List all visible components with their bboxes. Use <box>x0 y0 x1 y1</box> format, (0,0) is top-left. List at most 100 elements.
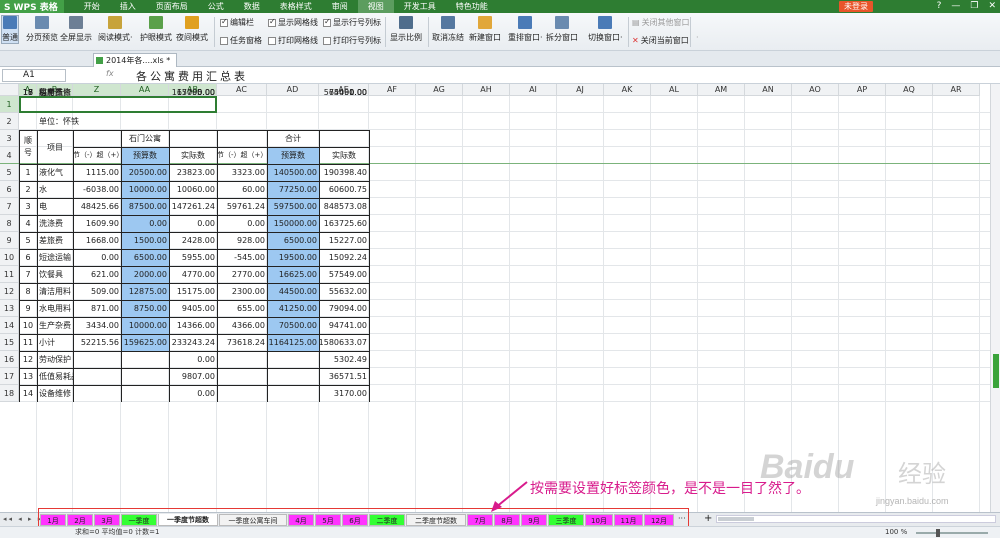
table-cell[interactable]: 3 <box>19 198 37 215</box>
table-cell[interactable]: 节（-）超（+） <box>73 147 121 164</box>
table-cell[interactable]: 预算数 <box>121 147 169 164</box>
menu-item[interactable]: 公式 <box>198 0 234 13</box>
table-cell[interactable]: 147261.24 <box>169 198 217 215</box>
table-cell[interactable]: 12 <box>19 351 37 368</box>
column-header[interactable]: AG <box>416 84 463 96</box>
table-cell[interactable]: 621.00 <box>73 266 121 283</box>
table-cell[interactable] <box>217 385 267 402</box>
zoom-slider[interactable] <box>916 529 988 537</box>
table-cell[interactable] <box>217 368 267 385</box>
table-cell[interactable]: 合计 <box>217 130 369 147</box>
table-cell[interactable]: 0.00 <box>169 385 217 402</box>
window-control-icon[interactable]: ❐ <box>970 0 978 13</box>
table-cell[interactable] <box>217 84 267 101</box>
table-cell[interactable] <box>73 385 121 402</box>
table-cell[interactable]: 1668.00 <box>73 232 121 249</box>
table-cell[interactable]: 3323.00 <box>217 164 267 181</box>
table-cell[interactable]: 163725.60 <box>319 215 369 232</box>
table-cell[interactable]: 871.00 <box>73 300 121 317</box>
table-cell[interactable]: 70500.00 <box>267 317 319 334</box>
table-cell[interactable] <box>121 351 169 368</box>
table-cell[interactable]: 5302.49 <box>319 351 369 368</box>
ribbon-button[interactable]: 护眼模式 <box>140 16 172 43</box>
sheet-tab[interactable]: 一季度 <box>121 514 157 526</box>
table-cell[interactable]: 1580633.07 <box>319 334 369 351</box>
table-cell[interactable]: 150000.00 <box>267 215 319 232</box>
ribbon-button[interactable]: 取消冻结 <box>432 16 464 43</box>
sheet-tab[interactable]: 11月 <box>614 514 643 526</box>
table-cell[interactable]: 2300.00 <box>217 283 267 300</box>
column-header[interactable]: AJ <box>557 84 604 96</box>
ribbon-checkbox[interactable]: 编辑栏 <box>220 17 254 28</box>
fx-icon[interactable]: fx <box>106 69 114 78</box>
column-header[interactable]: AI <box>510 84 557 96</box>
table-cell[interactable]: 石门公寓 <box>73 130 217 147</box>
table-cell[interactable]: -6038.00 <box>73 181 121 198</box>
table-cell[interactable]: 597500.00 <box>267 198 319 215</box>
menu-item[interactable]: 数据 <box>234 0 270 13</box>
table-cell[interactable]: 655.00 <box>217 300 267 317</box>
sheet-tab[interactable]: 4月 <box>288 514 314 526</box>
table-cell[interactable]: 1609.90 <box>73 215 121 232</box>
table-cell[interactable]: 12875.00 <box>121 283 169 300</box>
table-cell[interactable]: 15227.00 <box>319 232 369 249</box>
table-cell[interactable]: 清洁用料 <box>37 283 73 300</box>
table-cell[interactable]: 饮餐具 <box>37 266 73 283</box>
table-cell[interactable]: 小计 <box>37 334 73 351</box>
row-header[interactable]: 13 <box>0 300 19 317</box>
table-cell[interactable]: 14366.00 <box>169 317 217 334</box>
table-cell[interactable]: 36571.51 <box>319 368 369 385</box>
table-cell[interactable]: 6500.00 <box>267 232 319 249</box>
table-cell[interactable]: 10000.00 <box>121 317 169 334</box>
ribbon-button[interactable]: 显示比例 <box>390 16 422 43</box>
name-box[interactable]: A1 <box>2 69 66 82</box>
table-cell[interactable]: 928.00 <box>217 232 267 249</box>
sheet-tab[interactable]: 10月 <box>585 514 613 526</box>
column-header[interactable]: AR <box>933 84 980 96</box>
table-cell[interactable]: 3170.00 <box>319 385 369 402</box>
table-cell[interactable]: 9 <box>19 300 37 317</box>
table-cell[interactable]: 23823.00 <box>169 164 217 181</box>
sheet-tab[interactable]: 一季度公寓车间 <box>219 514 287 526</box>
window-control-icon[interactable]: ✕ <box>988 0 996 13</box>
ribbon-button[interactable]: 全屏显示 <box>60 16 92 43</box>
sheet-tab[interactable]: 二季度节超数 <box>406 514 466 526</box>
checkbox-icon[interactable] <box>220 17 228 27</box>
table-cell[interactable]: 实际数 <box>169 147 217 164</box>
sheet-tab[interactable]: 二季度 <box>369 514 405 526</box>
table-cell[interactable]: 1500.00 <box>121 232 169 249</box>
table-cell[interactable]: 1 <box>19 164 37 181</box>
row-header[interactable]: 4 <box>0 147 19 164</box>
ribbon-button[interactable]: 重排窗口· <box>508 16 543 43</box>
table-cell[interactable]: 20500.00 <box>121 164 169 181</box>
sheet-tab[interactable]: 3月 <box>94 514 120 526</box>
window-control-icon[interactable]: — <box>951 0 960 13</box>
table-cell[interactable]: 59761.24 <box>217 198 267 215</box>
ribbon-button[interactable]: 新建窗口 <box>469 16 501 43</box>
table-cell[interactable]: 10000.00 <box>121 181 169 198</box>
ribbon-button[interactable]: 切换窗口· <box>588 16 623 43</box>
menu-item[interactable]: 开始 <box>74 0 110 13</box>
sheet-tab[interactable]: 6月 <box>342 514 368 526</box>
table-cell[interactable] <box>217 351 267 368</box>
add-sheet-button[interactable]: + <box>704 513 712 524</box>
table-cell[interactable]: 0.00 <box>121 215 169 232</box>
window-control-icon[interactable]: ? <box>937 0 942 13</box>
ribbon-checkbox[interactable]: 显示网格线 <box>268 17 318 28</box>
table-cell[interactable]: 低值易耗品 <box>37 368 73 385</box>
table-cell[interactable]: 10 <box>19 317 37 334</box>
ribbon-checkbox[interactable]: 打印网格线 <box>268 35 318 46</box>
table-cell[interactable]: 3434.00 <box>73 317 121 334</box>
row-header[interactable]: 14 <box>0 317 19 334</box>
table-cell[interactable]: 87500.00 <box>121 198 169 215</box>
vertical-scrollbar[interactable] <box>990 84 1000 512</box>
table-cell[interactable]: 16625.00 <box>267 266 319 283</box>
table-cell[interactable]: 8750.00 <box>121 300 169 317</box>
table-cell[interactable]: 18 <box>19 84 37 101</box>
close-current-window-button[interactable]: ✕ 关闭当前窗口 <box>632 35 689 46</box>
column-header[interactable]: AM <box>698 84 745 96</box>
table-cell[interactable]: 0.00 <box>169 84 217 101</box>
table-cell[interactable]: 509.00 <box>73 283 121 300</box>
table-cell[interactable]: 生产杂费 <box>37 317 73 334</box>
row-header[interactable]: 12 <box>0 283 19 300</box>
